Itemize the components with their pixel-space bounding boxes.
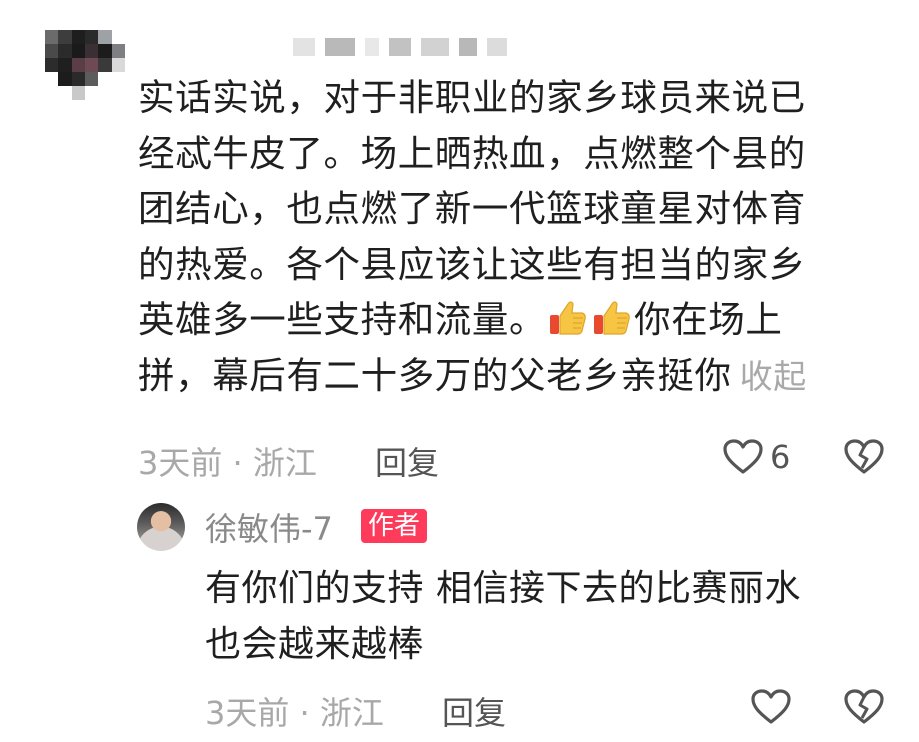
dislike-broken-heart-icon[interactable] — [843, 688, 885, 726]
comment-line: 的热爱。各个县应该让这些有担当的家乡 — [138, 242, 806, 286]
author-avatar[interactable] — [137, 503, 185, 551]
thumbs-up-icon — [594, 301, 630, 335]
comment-line: 团结心，也点燃了新一代篮球童星对体育 — [138, 187, 806, 230]
like-heart-icon[interactable] — [722, 438, 764, 476]
comment-line-part: 英雄多一些支持和流量。 — [138, 298, 547, 341]
commenter-name-blurred[interactable] — [293, 38, 507, 56]
author-name[interactable]: 徐敏伟-7 — [205, 504, 333, 550]
thumbs-up-icon — [550, 301, 586, 335]
reply-meta: 3天前 · 浙江 — [205, 694, 384, 732]
like-heart-icon[interactable] — [750, 688, 792, 726]
reply-reply-button[interactable]: 回复 — [442, 688, 506, 734]
reply-line: 也会越来越棒 — [205, 624, 425, 665]
collapse-link[interactable]: 收起 — [740, 357, 807, 396]
comment-text: 实话实说，对于非职业的家乡球员来说已 经忒牛皮了。场上晒热血，点燃整个县的 团结… — [138, 70, 870, 404]
comment-line-part: 你在场上 — [634, 298, 783, 341]
comment-line: 英雄多一些支持和流量。 你在场上 — [138, 292, 870, 348]
comment-meta: 3天前 · 浙江 — [138, 444, 317, 482]
reply-text: 有你们的支持 相信接下去的比赛丽水 也会越来越棒 — [205, 561, 885, 673]
author-badge: 作者 — [361, 509, 428, 543]
dislike-broken-heart-icon[interactable] — [843, 438, 885, 476]
comment-line: 实话实说，对于非职业的家乡球员来说已 — [138, 76, 806, 119]
commenter-avatar[interactable] — [45, 30, 125, 100]
comment-line-part: 拼，幕后有二十多万的父老乡亲挺你 — [138, 353, 732, 397]
reply-button[interactable]: 回复 — [375, 438, 439, 484]
like-count: 6 — [770, 438, 791, 476]
comment-line: 拼，幕后有二十多万的父老乡亲挺你 收起 — [138, 348, 870, 405]
comment-line: 经忒牛皮了。场上晒热血，点燃整个县的 — [138, 131, 806, 175]
reply-line: 有你们的支持 相信接下去的比赛丽水 — [205, 568, 801, 609]
